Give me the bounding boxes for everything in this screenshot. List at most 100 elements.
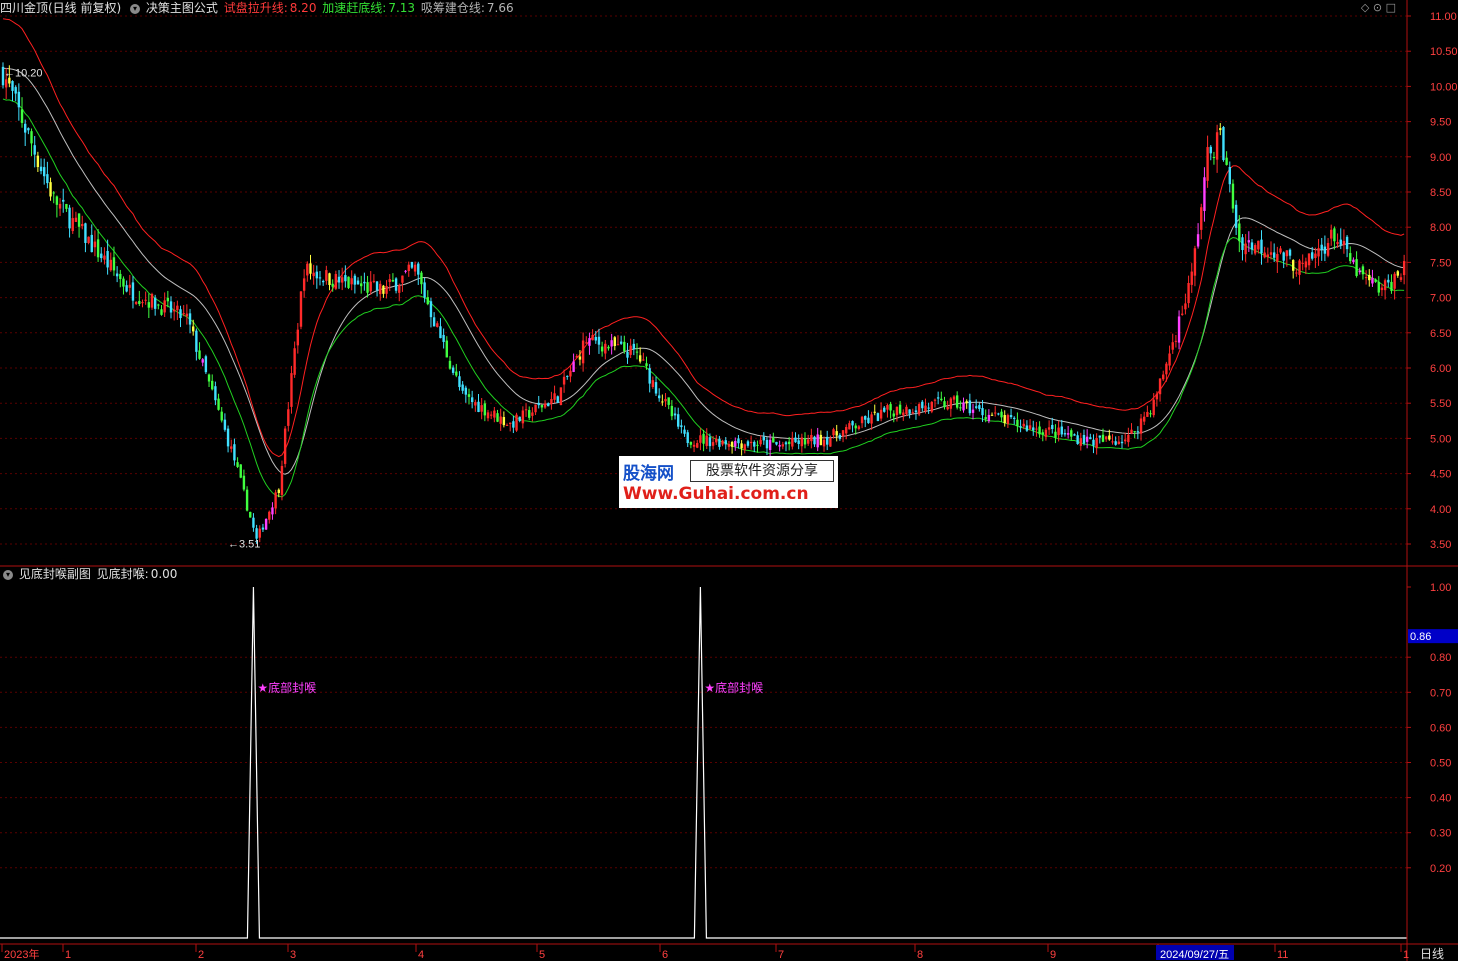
candle [1320,244,1323,250]
candle [692,444,696,447]
candle [734,440,737,447]
candle [169,301,173,313]
candle [854,425,857,429]
x-tick-label: 2024/09/27/五 [1160,949,1229,961]
candle [749,441,753,444]
candle [1295,272,1298,274]
candle [426,297,429,305]
candle [924,405,927,412]
candle [1374,279,1377,282]
candle [112,257,116,271]
candle [683,429,686,434]
candle [1139,418,1143,434]
candle [274,492,277,509]
candle [280,465,284,495]
y-tick-label: 8.00 [1430,222,1451,234]
candle [1339,239,1342,245]
square-icon[interactable]: □ [1386,1,1396,14]
candle [1060,426,1063,435]
band-upper-line [2,18,1405,458]
candle [955,395,959,408]
candle [838,434,842,439]
candle [936,397,940,399]
candle [952,396,956,400]
candle [721,440,724,445]
sub-formula-dropdown-icon[interactable]: ▾ [3,569,13,580]
candle [1117,441,1121,445]
sub-y-tick-label: 0.80 [1430,652,1451,664]
candle [1079,438,1082,446]
candle [74,217,78,222]
candle [1200,207,1203,230]
candle [96,239,100,258]
candle [505,424,509,426]
circle-down-icon[interactable]: ⊙ [1373,1,1382,14]
candle [366,282,369,293]
candle [268,511,271,520]
candle [192,326,195,332]
candle [1272,252,1276,258]
candle [1120,441,1124,444]
candle [1019,426,1022,428]
candle [1070,430,1073,437]
candle [125,285,128,292]
sub-formula-name[interactable]: 见底封喉副图 [19,567,91,581]
candle [1225,157,1228,165]
candle [1038,426,1041,435]
candle [1333,228,1336,242]
candle [829,438,832,447]
candle [772,437,775,443]
candle [486,412,490,419]
y-tick-label: 5.00 [1430,433,1451,445]
candle [512,421,515,428]
candle [895,406,899,416]
candle [477,401,480,413]
sub-ind-value: 0.00 [150,567,178,581]
candle [908,409,911,414]
candle [1101,434,1105,442]
x-tick-label: 2023年 [4,947,39,961]
candle [768,439,772,451]
candle [1108,435,1111,440]
candle [509,422,512,424]
candle [562,376,566,385]
candle [1402,261,1406,276]
candle [230,446,233,449]
candle [1345,236,1349,250]
y-tick-label: 10.50 [1430,46,1458,58]
candle [340,277,344,283]
formula-dropdown-icon[interactable]: ▾ [130,3,141,14]
candle [902,412,905,416]
candle [990,414,994,416]
candle [331,283,334,287]
candle [860,416,864,424]
candle [1181,313,1184,315]
candle [198,350,201,359]
candle [743,444,746,451]
candle [534,404,537,413]
candle [1082,435,1086,444]
diamond-icon[interactable]: ◇ [1361,1,1369,14]
candle [569,370,572,377]
candle [889,404,892,411]
candle [413,264,417,272]
price-annotation: ←3.51 [228,538,260,550]
candle [306,263,309,276]
candle [249,511,252,518]
formula-name[interactable]: 决策主图公式 [146,1,218,15]
candle [724,440,727,445]
candle [635,351,639,353]
sub-y-tick-label: 0.30 [1430,828,1451,840]
candle [1257,240,1260,250]
candle [1165,363,1168,375]
candle [470,397,474,403]
candle [740,443,743,449]
candle [1085,436,1089,442]
candle [921,401,924,409]
watermark-url: Www.Guhai.com.cn [623,484,809,504]
sub-y-tick-label: 0.40 [1430,793,1451,805]
candle [109,259,112,271]
stock-title[interactable]: 四川金顶(日线 前复权) [0,1,121,15]
candle [258,528,261,538]
candle [813,436,816,445]
